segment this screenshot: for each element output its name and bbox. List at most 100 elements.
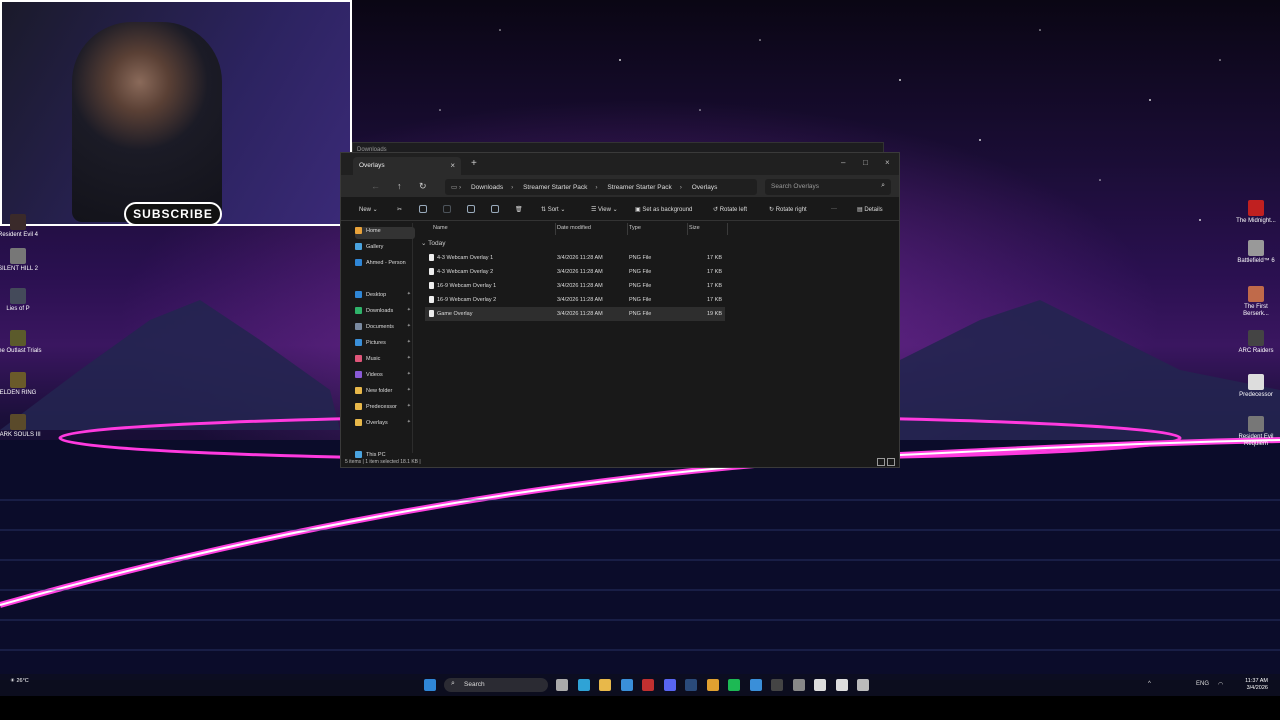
group-header-today[interactable]: ⌄ Today xyxy=(421,239,446,247)
file-explorer-window[interactable]: Overlays × + – □ × ← ↑ ↻ ▭ › Downloads › … xyxy=(340,152,900,468)
terminal-icon[interactable] xyxy=(771,679,783,691)
desktop-shortcut[interactable]: Resident Evil Requiem xyxy=(1232,416,1280,448)
chrome-icon[interactable] xyxy=(706,679,719,691)
column-divider[interactable] xyxy=(555,223,556,235)
rename-icon[interactable] xyxy=(467,205,475,213)
chevron-up-icon[interactable]: ^ xyxy=(1148,681,1151,687)
column-divider[interactable] xyxy=(687,223,688,235)
crumb-streamer-starter-pack-2[interactable]: Streamer Starter Pack xyxy=(607,184,671,191)
steam-icon[interactable] xyxy=(685,679,697,691)
breadcrumb[interactable]: ▭ › Downloads › Streamer Starter Pack › St… xyxy=(445,179,757,195)
column-divider[interactable] xyxy=(627,223,628,235)
nav-item[interactable]: New folder ✦ xyxy=(355,387,415,399)
discord-icon[interactable] xyxy=(663,679,676,691)
nav-item[interactable]: Desktop ✦ xyxy=(355,291,415,303)
pin-icon[interactable]: ✦ xyxy=(407,371,411,377)
up-icon[interactable]: ↑ xyxy=(397,181,402,191)
tiles-view-icon[interactable] xyxy=(887,458,895,466)
edge-icon[interactable] xyxy=(577,679,590,691)
more-options-button[interactable]: ··· xyxy=(831,206,837,212)
weather-widget[interactable]: ☀ 26°C xyxy=(10,678,29,684)
desktop-shortcut[interactable]: Predecessor xyxy=(1232,374,1280,399)
pin-icon[interactable]: ✦ xyxy=(407,323,411,329)
nav-item[interactable]: Downloads ✦ xyxy=(355,307,415,319)
task-view-icon[interactable] xyxy=(556,679,568,691)
copy-icon[interactable] xyxy=(419,205,427,213)
desktop-shortcut[interactable]: ARC Raiders xyxy=(1232,330,1280,355)
nav-item[interactable]: Gallery xyxy=(355,243,415,255)
nav-item[interactable]: Music ✦ xyxy=(355,355,415,367)
set-background-button[interactable]: ▣ Set as background xyxy=(635,206,692,213)
search-input[interactable]: Search Overlays ⌕ xyxy=(765,179,891,195)
refresh-icon[interactable]: ↻ xyxy=(419,181,427,192)
desktop-shortcut[interactable]: Battlefield™ 6 xyxy=(1232,240,1280,265)
nav-item[interactable]: Ahmed - Person xyxy=(355,259,415,271)
nav-item[interactable]: Pictures ✦ xyxy=(355,339,415,351)
cut-icon[interactable]: ✂ xyxy=(397,206,402,213)
column-size[interactable]: Size xyxy=(689,225,700,231)
file-row[interactable]: 16-9 Webcam Overlay 2 3/4/2026 11:28 AM PN… xyxy=(425,293,725,307)
sort-button[interactable]: ⇅ Sort ⌄ xyxy=(541,206,565,213)
desktop-shortcut[interactable]: ELDEN RING xyxy=(0,372,42,397)
pin-icon[interactable]: ✦ xyxy=(407,307,411,313)
desktop-shortcut[interactable]: The Outlast Trials xyxy=(0,330,42,355)
file-row[interactable]: 16-9 Webcam Overlay 1 3/4/2026 11:28 AM PN… xyxy=(425,279,725,293)
nav-item[interactable]: Videos ✦ xyxy=(355,371,415,383)
rotate-left-button[interactable]: ↺ Rotate left xyxy=(713,206,747,213)
maximize-icon[interactable]: □ xyxy=(863,158,868,167)
minimize-icon[interactable]: – xyxy=(841,158,845,167)
obs-icon[interactable] xyxy=(642,679,654,691)
file-row[interactable]: Game Overlay 3/4/2026 11:28 AM PNG File 19 … xyxy=(425,307,725,321)
spotify-icon[interactable] xyxy=(728,679,740,691)
pin-icon[interactable]: ✦ xyxy=(407,355,411,361)
pin-icon[interactable]: ✦ xyxy=(407,339,411,345)
share-icon[interactable] xyxy=(491,205,499,213)
pin-icon[interactable]: ✦ xyxy=(407,403,411,409)
paste-icon[interactable] xyxy=(443,205,451,213)
details-view-icon[interactable] xyxy=(877,458,885,466)
desktop-shortcut[interactable]: DARK SOULS III xyxy=(0,414,42,439)
column-name[interactable]: Name xyxy=(433,225,448,231)
view-button[interactable]: ☰ View ⌄ xyxy=(591,206,618,213)
close-tab-icon[interactable]: × xyxy=(450,161,455,170)
pin-icon[interactable]: ✦ xyxy=(407,387,411,393)
settings-icon[interactable] xyxy=(792,679,805,691)
crumb-streamer-starter-pack[interactable]: Streamer Starter Pack xyxy=(523,184,587,191)
crumb-overlays[interactable]: Overlays xyxy=(692,184,718,191)
store-icon[interactable] xyxy=(620,679,633,691)
rotate-right-button[interactable]: ↻ Rotate right xyxy=(769,206,807,213)
new-button[interactable]: New ⌄ xyxy=(359,206,378,213)
taskbar-search[interactable]: ⌕ Search xyxy=(444,678,548,692)
nav-item[interactable]: Overlays ✦ xyxy=(355,419,415,431)
desktop-shortcut[interactable]: The First Berserk... xyxy=(1232,286,1280,318)
tab-overlays[interactable]: Overlays × xyxy=(353,157,461,175)
pin-icon[interactable]: ✦ xyxy=(407,419,411,425)
new-tab-icon[interactable]: + xyxy=(471,158,477,169)
file-explorer-icon[interactable] xyxy=(599,679,611,691)
mail-icon[interactable] xyxy=(749,679,762,691)
nav-item[interactable]: Predecessor ✦ xyxy=(355,403,415,415)
nav-item[interactable]: Documents ✦ xyxy=(355,323,415,335)
back-icon[interactable]: ← xyxy=(371,181,380,191)
details-button[interactable]: ▤ Details xyxy=(857,206,883,213)
column-divider[interactable] xyxy=(727,223,728,235)
column-date-modified[interactable]: Date modified xyxy=(557,225,591,231)
desktop-shortcut[interactable]: SILENT HILL 2 xyxy=(0,248,42,273)
file-row[interactable]: 4-3 Webcam Overlay 1 3/4/2026 11:28 AM PNG… xyxy=(425,251,725,265)
close-window-icon[interactable]: × xyxy=(885,158,890,167)
desktop-shortcut[interactable]: The Midnight... xyxy=(1232,200,1280,225)
file-row[interactable]: 4-3 Webcam Overlay 2 3/4/2026 11:28 AM PNG… xyxy=(425,265,725,279)
desktop-shortcut[interactable]: Lies of P xyxy=(0,288,42,313)
language-indicator[interactable]: ENG xyxy=(1196,681,1209,687)
column-type[interactable]: Type xyxy=(629,225,641,231)
wifi-icon[interactable]: ◠ xyxy=(1218,681,1223,688)
capture-icon[interactable] xyxy=(835,679,848,691)
pin-icon[interactable]: ✦ xyxy=(407,291,411,297)
crumb-downloads[interactable]: Downloads xyxy=(471,184,503,191)
nav-item[interactable]: Home xyxy=(355,227,415,239)
start-icon[interactable] xyxy=(424,679,436,691)
app-icon[interactable] xyxy=(814,679,826,691)
epic-icon[interactable] xyxy=(857,679,869,691)
desktop-shortcut[interactable]: Resident Evil 4 xyxy=(0,214,42,239)
clock[interactable]: 11:37 AM 3/4/2026 xyxy=(1245,678,1268,692)
